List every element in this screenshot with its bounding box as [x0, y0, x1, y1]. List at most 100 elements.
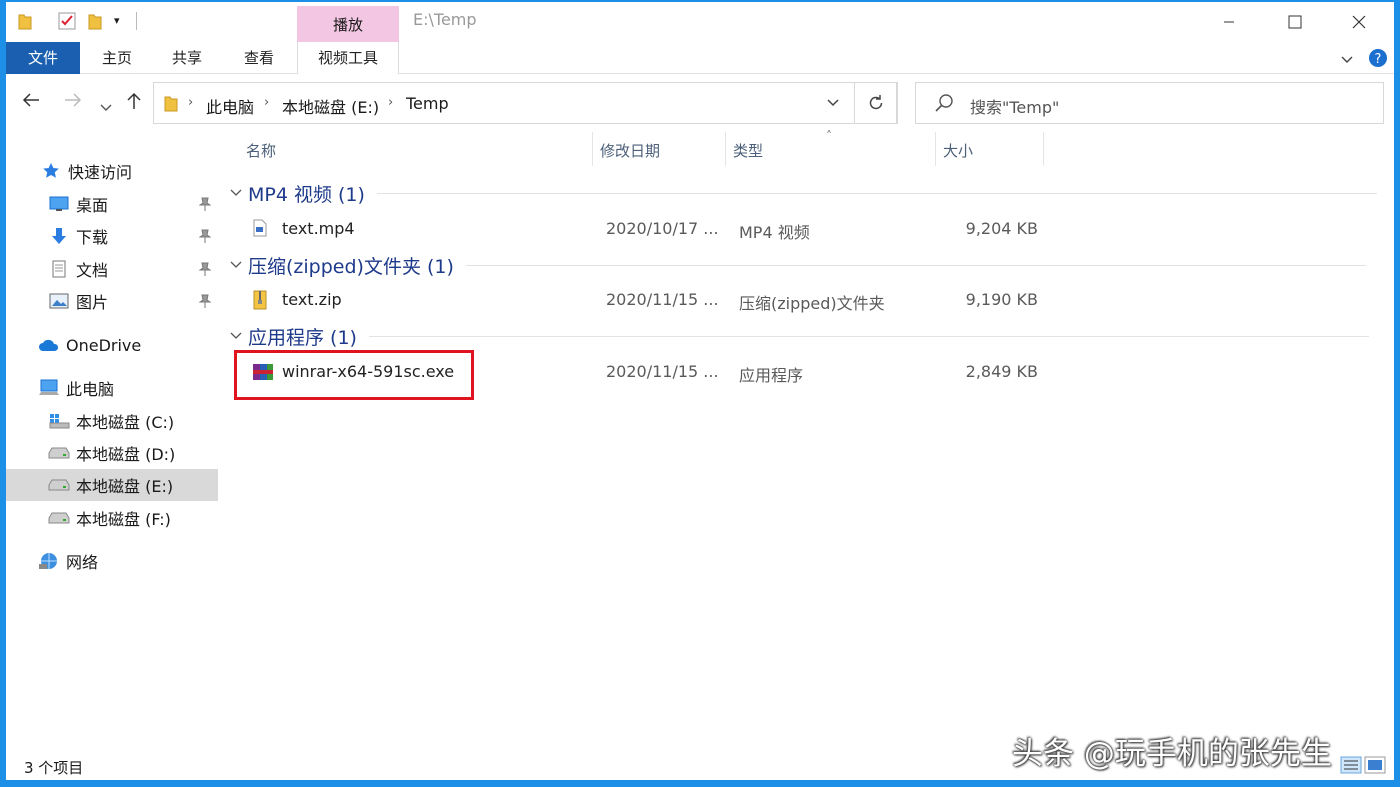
customize-toolbar-icon[interactable]: ▾: [114, 14, 120, 27]
expand-ribbon-icon[interactable]: [1340, 50, 1354, 69]
folder-icon[interactable]: [18, 12, 32, 34]
sidebar-item-label: 本地磁盘 (C:): [76, 413, 175, 432]
forward-button[interactable]: [64, 92, 82, 113]
file-type: MP4 视频: [739, 223, 810, 242]
pin-icon[interactable]: [198, 261, 212, 280]
new-folder-icon[interactable]: [88, 12, 102, 34]
desktop-icon: [48, 195, 70, 213]
sidebar-item-label: 网络: [66, 553, 99, 572]
pin-icon[interactable]: [198, 196, 212, 215]
column-divider[interactable]: [725, 132, 726, 166]
file-date: 2020/10/17 ...: [606, 219, 719, 238]
address-history-button[interactable]: [826, 94, 840, 116]
tab-file[interactable]: 文件: [6, 42, 80, 74]
navigation-pane: 快速访问 桌面 下载 文档 图片 OneDrive 此电脑 本地磁盘 (C:) …: [6, 132, 218, 752]
tab-view[interactable]: 查看: [228, 42, 290, 74]
sidebar-item-documents[interactable]: 文档: [6, 253, 218, 285]
up-arrow-icon: [127, 92, 141, 109]
minimize-icon: [1224, 21, 1234, 23]
tab-home[interactable]: 主页: [86, 42, 148, 74]
sidebar-item-pictures[interactable]: 图片: [6, 285, 218, 317]
sidebar-item-quick-access[interactable]: 快速访问: [6, 155, 218, 187]
pictures-icon: [48, 292, 70, 310]
sidebar-item-network[interactable]: 网络: [6, 545, 218, 577]
column-divider[interactable]: [592, 132, 593, 166]
group-title: 压缩(zipped)文件夹 (1): [248, 255, 454, 278]
up-button[interactable]: [126, 92, 142, 115]
large-icons-view-icon[interactable]: [1364, 756, 1386, 778]
search-box[interactable]: 搜索"Temp": [915, 82, 1384, 124]
search-placeholder[interactable]: 搜索"Temp": [970, 94, 1059, 118]
sidebar-item-label: OneDrive: [66, 335, 142, 355]
sidebar-item-onedrive[interactable]: OneDrive: [6, 329, 218, 361]
refresh-button[interactable]: [854, 82, 898, 124]
sort-ascending-icon: ˄: [826, 129, 832, 143]
group-divider: [368, 335, 1369, 337]
column-header-type[interactable]: 类型: [733, 140, 763, 161]
column-divider[interactable]: [935, 132, 936, 166]
close-icon: [1352, 15, 1366, 29]
document-icon: [48, 260, 70, 278]
help-icon[interactable]: ?: [1368, 48, 1388, 72]
folder-icon: [164, 94, 178, 116]
breadcrumb-separator-icon[interactable]: ›: [188, 95, 193, 110]
drive-icon: [48, 444, 70, 462]
close-button[interactable]: [1336, 6, 1382, 38]
tab-share[interactable]: 共享: [156, 42, 218, 74]
file-size: 9,204 KB: [965, 219, 1038, 238]
sidebar-item-this-pc[interactable]: 此电脑: [6, 372, 218, 404]
group-header-zip[interactable]: 压缩(zipped)文件夹 (1): [230, 250, 1366, 280]
chevron-down-icon: [230, 187, 248, 200]
properties-icon[interactable]: [58, 12, 76, 34]
back-arrow-icon: [22, 93, 39, 107]
context-tab-play[interactable]: 播放: [297, 6, 399, 44]
sidebar-item-desktop[interactable]: 桌面: [6, 188, 218, 220]
item-count: 3 个项目: [24, 759, 84, 777]
file-name: text.zip: [282, 290, 342, 309]
file-date: 2020/11/15 ...: [606, 362, 719, 381]
file-name: text.mp4: [282, 219, 355, 238]
column-header-size[interactable]: 大小: [943, 140, 973, 161]
group-divider: [376, 192, 1377, 194]
column-header-date[interactable]: 修改日期: [600, 140, 660, 161]
sidebar-item-label: 文档: [76, 261, 109, 280]
minimize-button[interactable]: [1206, 6, 1252, 38]
address-bar[interactable]: › 此电脑 › 本地磁盘 (E:) › Temp: [153, 82, 897, 124]
svg-text:?: ?: [1375, 52, 1382, 67]
group-header-applications[interactable]: 应用程序 (1): [230, 321, 1369, 351]
sidebar-item-downloads[interactable]: 下载: [6, 220, 218, 252]
recent-locations-button[interactable]: [100, 96, 112, 117]
sidebar-item-drive-d[interactable]: 本地磁盘 (D:): [6, 437, 218, 469]
group-title: MP4 视频 (1): [248, 183, 365, 206]
maximize-button[interactable]: [1272, 6, 1318, 38]
file-date: 2020/11/15 ...: [606, 290, 719, 309]
chevron-down-icon: [100, 104, 112, 111]
sidebar-item-label: 图片: [76, 293, 109, 312]
file-size: 9,190 KB: [965, 290, 1038, 309]
system-drive-icon: [48, 412, 70, 430]
pin-icon[interactable]: [198, 228, 212, 247]
star-icon: [40, 162, 62, 180]
table-row[interactable]: text.zip 2020/11/15 ... 压缩(zipped)文件夹 9,…: [220, 285, 1050, 315]
window-title: E:\Temp: [413, 10, 477, 29]
breadcrumb-drive-e[interactable]: 本地磁盘 (E:): [282, 94, 379, 118]
breadcrumb-temp[interactable]: Temp: [406, 94, 449, 113]
highlight-box: [234, 350, 474, 400]
breadcrumb-separator-icon[interactable]: ›: [264, 95, 269, 110]
breadcrumb-this-pc[interactable]: 此电脑: [206, 94, 254, 118]
details-view-icon[interactable]: [1340, 756, 1362, 778]
sidebar-item-label: 桌面: [76, 196, 109, 215]
breadcrumb-separator-icon[interactable]: ›: [388, 95, 393, 110]
zip-folder-icon: [252, 290, 268, 314]
tab-video-tools[interactable]: 视频工具: [297, 42, 399, 74]
back-button[interactable]: [22, 92, 40, 113]
pin-icon[interactable]: [198, 293, 212, 312]
column-header-name[interactable]: 名称: [246, 140, 276, 161]
table-row[interactable]: text.mp4 2020/10/17 ... MP4 视频 9,204 KB: [220, 214, 1050, 244]
toolbar-divider: [136, 12, 137, 30]
sidebar-item-drive-f[interactable]: 本地磁盘 (F:): [6, 502, 218, 534]
sidebar-item-drive-c[interactable]: 本地磁盘 (C:): [6, 405, 218, 437]
group-header-mp4[interactable]: MP4 视频 (1): [230, 178, 1377, 208]
column-divider[interactable]: [1043, 132, 1044, 166]
sidebar-item-drive-e[interactable]: 本地磁盘 (E:): [6, 469, 218, 501]
